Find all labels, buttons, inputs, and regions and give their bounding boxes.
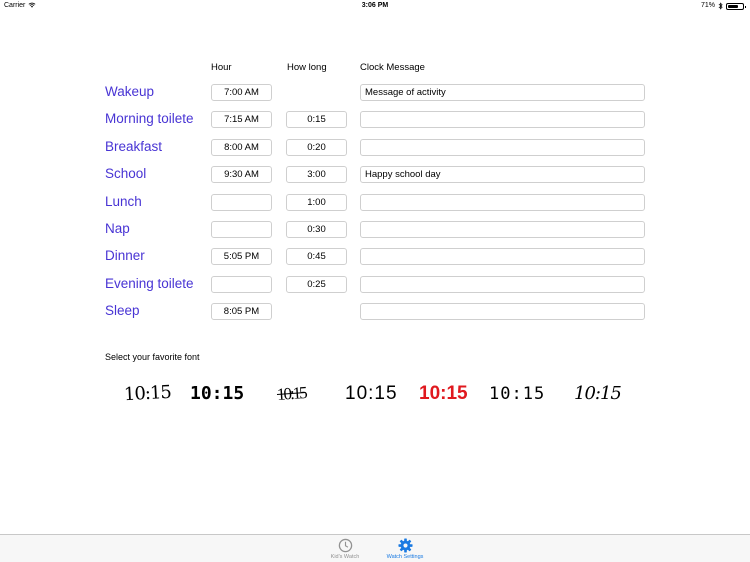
duration-input[interactable] xyxy=(286,166,347,184)
status-bar: Carrier 3:06 PM 71% xyxy=(0,0,750,12)
tab-bar: Kid's Watch Watch Settings xyxy=(0,534,750,562)
header-clock-message: Clock Message xyxy=(360,62,425,73)
font-option-1[interactable]: 10:15 xyxy=(123,379,171,409)
battery-percent: 71% xyxy=(700,2,715,9)
hour-input[interactable] xyxy=(211,221,272,238)
row-label: Dinner xyxy=(105,248,145,264)
message-input[interactable] xyxy=(360,303,645,321)
message-input[interactable] xyxy=(360,248,645,266)
message-input[interactable] xyxy=(360,193,645,211)
bluetooth-icon xyxy=(718,2,723,10)
row-label: Nap xyxy=(105,221,130,236)
message-input[interactable] xyxy=(360,221,645,238)
hour-input[interactable] xyxy=(211,193,272,211)
hour-input[interactable] xyxy=(211,111,272,129)
font-option-5[interactable]: 10:15 xyxy=(419,380,468,408)
hour-input[interactable] xyxy=(211,138,272,156)
tab-watch-settings-label: Watch Settings xyxy=(386,554,424,560)
message-input[interactable] xyxy=(360,166,645,184)
font-option-3[interactable]: 10:15 xyxy=(276,379,307,409)
battery-icon xyxy=(726,2,746,10)
duration-input[interactable] xyxy=(286,275,347,293)
font-option-6[interactable]: 10:15 xyxy=(489,380,545,408)
hour-input[interactable] xyxy=(211,275,272,293)
row-label: Evening toilete xyxy=(105,275,194,291)
hour-input[interactable] xyxy=(211,248,272,266)
message-input[interactable] xyxy=(360,84,645,101)
clock-icon xyxy=(338,538,352,553)
tab-kids-watch[interactable]: Kid's Watch xyxy=(315,536,375,562)
duration-input[interactable] xyxy=(286,221,347,238)
duration-input[interactable] xyxy=(286,248,347,266)
duration-input[interactable] xyxy=(286,138,347,156)
status-time: 3:06 PM xyxy=(361,2,389,9)
row-label: School xyxy=(105,166,147,182)
font-option-4[interactable]: 10:15 xyxy=(345,380,398,408)
font-option-2[interactable]: 10:15 xyxy=(190,380,244,408)
hour-input[interactable] xyxy=(211,166,272,184)
font-option-7[interactable]: 10:15 xyxy=(574,380,622,408)
hour-input[interactable] xyxy=(211,84,272,101)
message-input[interactable] xyxy=(360,275,645,293)
message-input[interactable] xyxy=(360,138,645,156)
font-caption: Select your favorite font xyxy=(105,352,200,362)
tab-kids-watch-label: Kid's Watch xyxy=(330,554,360,560)
hour-input[interactable] xyxy=(211,303,272,321)
message-input[interactable] xyxy=(360,111,645,129)
duration-input[interactable] xyxy=(286,193,347,211)
header-hour: Hour xyxy=(211,62,232,73)
row-label: Wakeup xyxy=(105,84,155,99)
row-label: Lunch xyxy=(105,193,142,209)
header-how-long: How long xyxy=(287,62,327,73)
row-label: Breakfast xyxy=(105,138,163,154)
row-label: Sleep xyxy=(105,303,140,319)
gear-icon xyxy=(397,538,413,553)
tab-watch-settings[interactable]: Watch Settings xyxy=(375,536,435,562)
duration-input[interactable] xyxy=(286,111,347,129)
row-label: Morning toilete xyxy=(105,111,194,127)
